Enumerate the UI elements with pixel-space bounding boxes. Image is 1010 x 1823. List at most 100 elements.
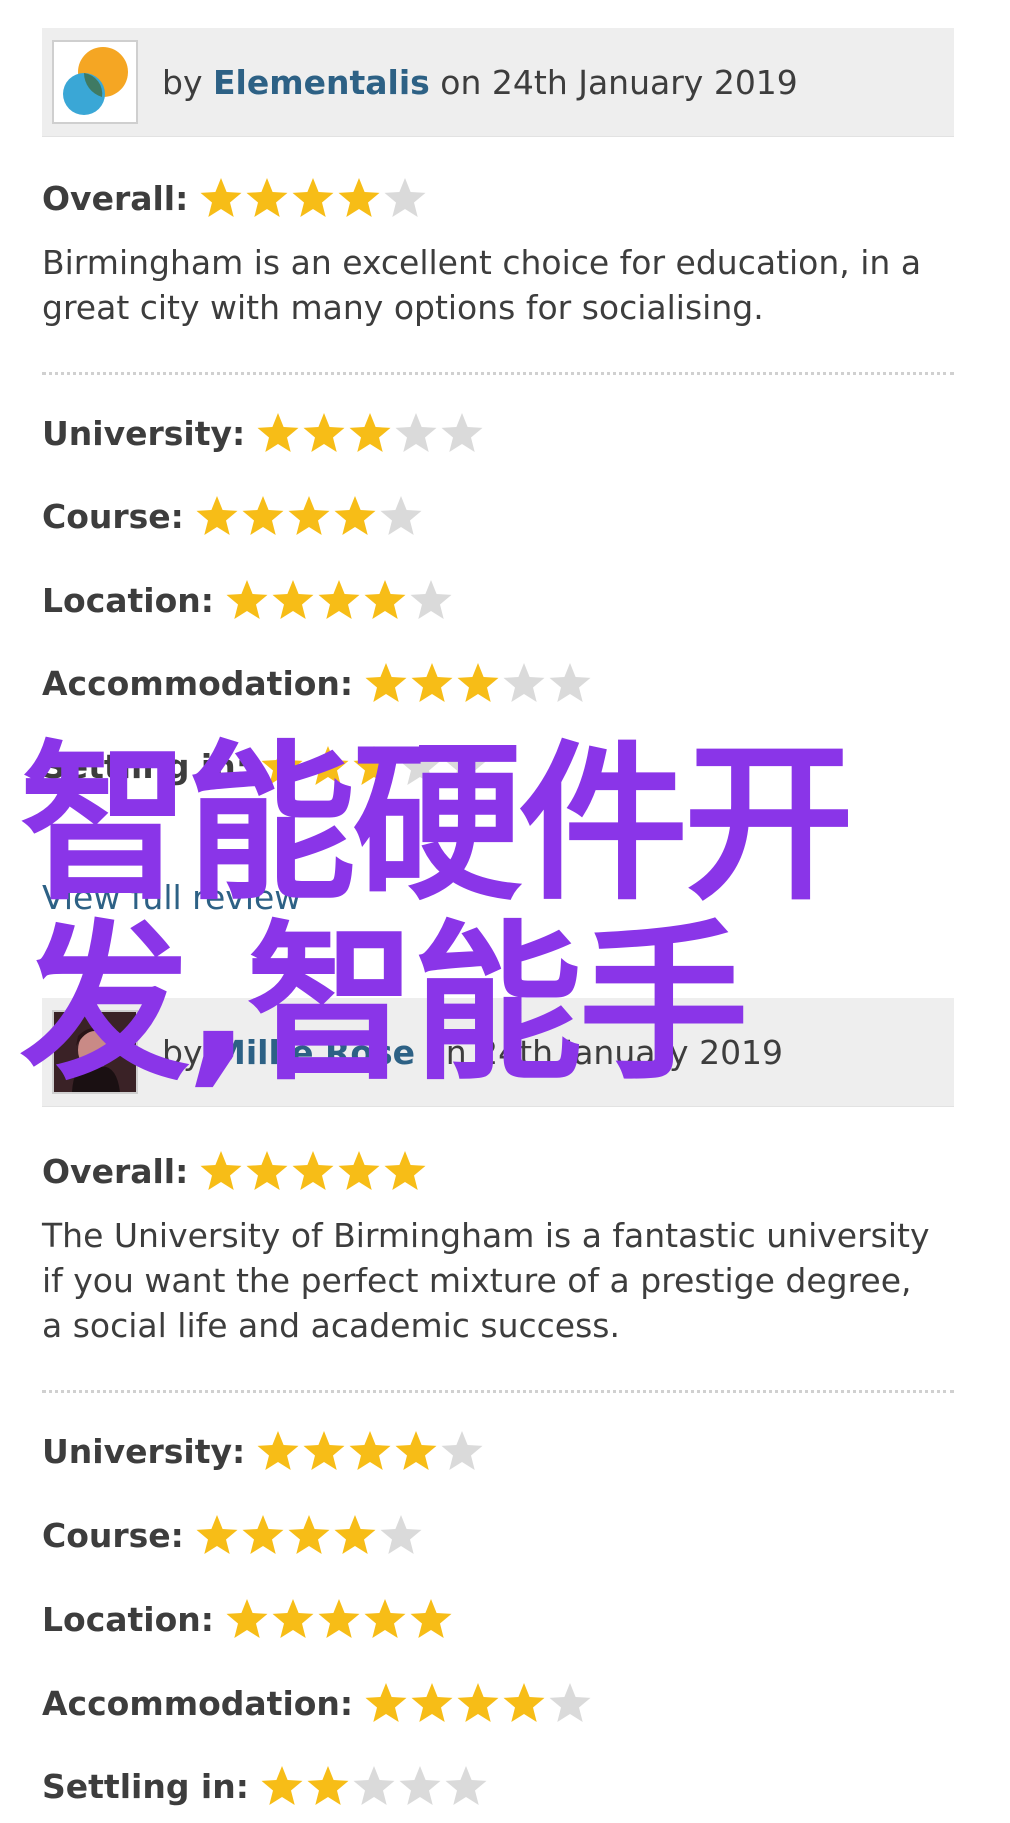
overall-rating-row: Overall: <box>42 1146 428 1196</box>
review-text: Birmingham is an excellent choice for ed… <box>42 243 922 327</box>
star-filled-icon <box>338 1151 380 1190</box>
star-empty-icon <box>380 1515 422 1554</box>
star-filled-icon <box>395 1431 437 1470</box>
rating-label: Location: <box>42 1599 214 1639</box>
rating-label: Accommodation: <box>42 1683 354 1723</box>
rating-label: Location: <box>42 580 214 620</box>
star-filled-icon <box>257 1431 299 1470</box>
star-filled-icon <box>242 496 284 535</box>
star-filled-icon <box>288 496 330 535</box>
rating-row-university: University: <box>42 408 485 458</box>
star-filled-icon <box>334 496 376 535</box>
review-byline: by Elementalis on 24th January 2019 <box>162 63 798 102</box>
star-rating <box>224 1596 454 1642</box>
star-rating <box>224 577 454 623</box>
review-date: on 24th January 2019 <box>440 62 798 102</box>
rating-label: Overall: <box>42 178 189 218</box>
star-rating <box>198 1148 428 1194</box>
rating-row-settling-in: Settling in: <box>42 1761 489 1811</box>
star-empty-icon <box>380 496 422 535</box>
star-empty-icon <box>441 413 483 452</box>
star-filled-icon <box>257 413 299 452</box>
divider <box>42 372 954 375</box>
rating-row-university: University: <box>42 1426 485 1476</box>
star-empty-icon <box>410 580 452 619</box>
star-filled-icon <box>411 663 453 702</box>
star-empty-icon <box>445 1766 487 1805</box>
review-text: The University of Birmingham is a fantas… <box>42 1216 930 1345</box>
star-filled-icon <box>349 1431 391 1470</box>
star-filled-icon <box>242 1515 284 1554</box>
overall-rating-row: Overall: <box>42 173 428 223</box>
star-rating <box>198 175 428 221</box>
star-filled-icon <box>318 580 360 619</box>
star-filled-icon <box>226 580 268 619</box>
star-empty-icon <box>384 178 426 217</box>
star-empty-icon <box>549 663 591 702</box>
rating-label: University: <box>42 413 246 453</box>
star-filled-icon <box>503 1683 545 1722</box>
rating-label: Course: <box>42 1515 184 1555</box>
star-filled-icon <box>226 1599 268 1638</box>
star-rating <box>259 1763 489 1809</box>
star-filled-icon <box>200 1151 242 1190</box>
rating-label: Course: <box>42 496 184 536</box>
rating-row-location: Location: <box>42 575 454 625</box>
star-filled-icon <box>457 663 499 702</box>
star-rating <box>363 660 593 706</box>
star-filled-icon <box>292 1151 334 1190</box>
star-filled-icon <box>338 178 380 217</box>
star-filled-icon <box>384 1151 426 1190</box>
star-filled-icon <box>272 580 314 619</box>
star-filled-icon <box>303 1431 345 1470</box>
rating-row-location: Location: <box>42 1594 454 1644</box>
star-filled-icon <box>365 663 407 702</box>
star-filled-icon <box>196 1515 238 1554</box>
star-filled-icon <box>411 1683 453 1722</box>
rating-label: University: <box>42 1431 246 1471</box>
avatar[interactable] <box>52 40 138 124</box>
watermark-overlay: 智能硬件开 发,智能手 <box>20 735 1000 1095</box>
rating-row-course: Course: <box>42 491 424 541</box>
star-rating <box>255 410 485 456</box>
star-filled-icon <box>334 1515 376 1554</box>
star-filled-icon <box>200 178 242 217</box>
star-filled-icon <box>364 580 406 619</box>
star-empty-icon <box>353 1766 395 1805</box>
star-filled-icon <box>288 1515 330 1554</box>
watermark-line: 智能硬件开 <box>20 726 854 924</box>
star-filled-icon <box>364 1599 406 1638</box>
rating-row-accommodation: Accommodation: <box>42 1678 593 1728</box>
star-filled-icon <box>246 178 288 217</box>
star-rating <box>194 493 424 539</box>
rating-label: Accommodation: <box>42 663 354 703</box>
byline-prefix: by <box>162 62 203 102</box>
rating-label: Overall: <box>42 1151 189 1191</box>
review-header: by Elementalis on 24th January 2019 <box>42 28 954 137</box>
star-filled-icon <box>457 1683 499 1722</box>
rating-label: Settling in: <box>42 1766 249 1806</box>
star-filled-icon <box>307 1766 349 1805</box>
star-empty-icon <box>441 1431 483 1470</box>
rating-row-course: Course: <box>42 1510 424 1560</box>
star-empty-icon <box>399 1766 441 1805</box>
star-filled-icon <box>196 496 238 535</box>
author-link[interactable]: Elementalis <box>213 63 430 102</box>
star-filled-icon <box>292 178 334 217</box>
star-filled-icon <box>246 1151 288 1190</box>
star-rating <box>194 1512 424 1558</box>
star-filled-icon <box>303 413 345 452</box>
star-filled-icon <box>365 1683 407 1722</box>
star-filled-icon <box>318 1599 360 1638</box>
watermark-line: 发,智能手 <box>20 906 749 1104</box>
divider <box>42 1390 954 1393</box>
star-filled-icon <box>272 1599 314 1638</box>
star-filled-icon <box>349 413 391 452</box>
star-empty-icon <box>395 413 437 452</box>
star-empty-icon <box>503 663 545 702</box>
rating-row-accommodation: Accommodation: <box>42 658 593 708</box>
star-filled-icon <box>261 1766 303 1805</box>
star-filled-icon <box>410 1599 452 1638</box>
star-rating <box>363 1680 593 1726</box>
star-rating <box>255 1428 485 1474</box>
